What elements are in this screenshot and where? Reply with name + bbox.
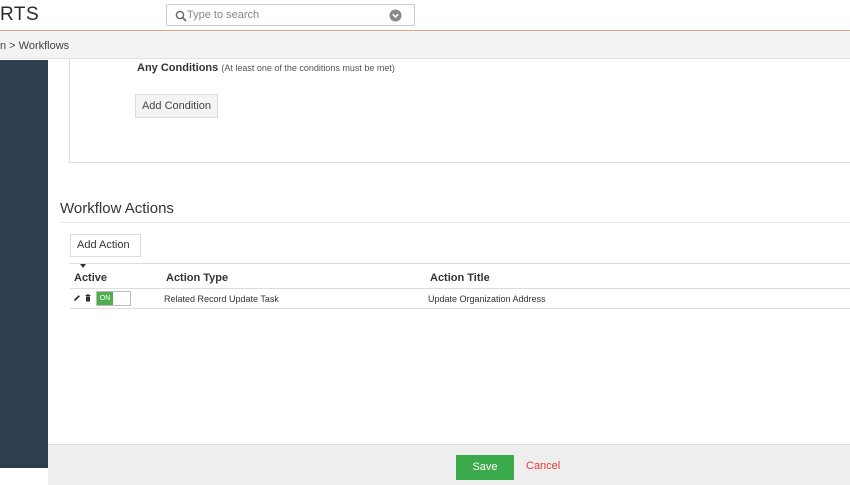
- table-row: ON Related Record Update Task Update Org…: [70, 289, 850, 309]
- active-toggle[interactable]: ON: [96, 291, 131, 306]
- add-condition-button[interactable]: Add Condition: [135, 94, 218, 118]
- breadcrumb[interactable]: n > Workflows: [0, 32, 850, 59]
- trash-icon[interactable]: [84, 294, 92, 302]
- any-conditions-hint: (At least one of the conditions must be …: [221, 63, 395, 73]
- workflow-actions-title: Workflow Actions: [60, 200, 174, 217]
- toggle-on-label: ON: [97, 292, 113, 305]
- conditions-panel: Any Conditions (At least one of the cond…: [69, 58, 850, 163]
- save-button[interactable]: Save: [456, 455, 514, 480]
- footer-bar: Save Cancel: [48, 444, 850, 485]
- action-type-cell: Related Record Update Task: [164, 294, 279, 304]
- sidebar: [0, 60, 48, 468]
- action-title-cell: Update Organization Address: [428, 294, 546, 304]
- chevron-down-icon[interactable]: [389, 9, 402, 22]
- cancel-link[interactable]: Cancel: [526, 460, 560, 472]
- search-icon: [175, 10, 187, 22]
- divider: [60, 222, 850, 223]
- actions-table: Active Action Type Action Title ON Relat…: [70, 263, 850, 309]
- table-header: Active Action Type Action Title: [70, 263, 850, 289]
- main-content: Any Conditions (At least one of the cond…: [48, 58, 850, 444]
- top-bar: RTS Type to search: [0, 0, 850, 31]
- edit-pencil-icon[interactable]: [73, 294, 81, 302]
- search-input[interactable]: Type to search: [187, 9, 259, 21]
- add-action-dropdown[interactable]: Add Action: [70, 234, 141, 269]
- any-conditions-label: Any Conditions: [137, 62, 219, 74]
- column-header-active: Active: [74, 272, 108, 284]
- app-logo[interactable]: RTS: [0, 4, 39, 26]
- any-conditions-heading: Any Conditions (At least one of the cond…: [137, 62, 395, 74]
- column-header-action-type: Action Type: [166, 272, 229, 284]
- column-header-action-title: Action Title: [430, 272, 490, 284]
- search-box[interactable]: Type to search: [166, 4, 415, 26]
- add-action-label: Add Action: [77, 239, 130, 251]
